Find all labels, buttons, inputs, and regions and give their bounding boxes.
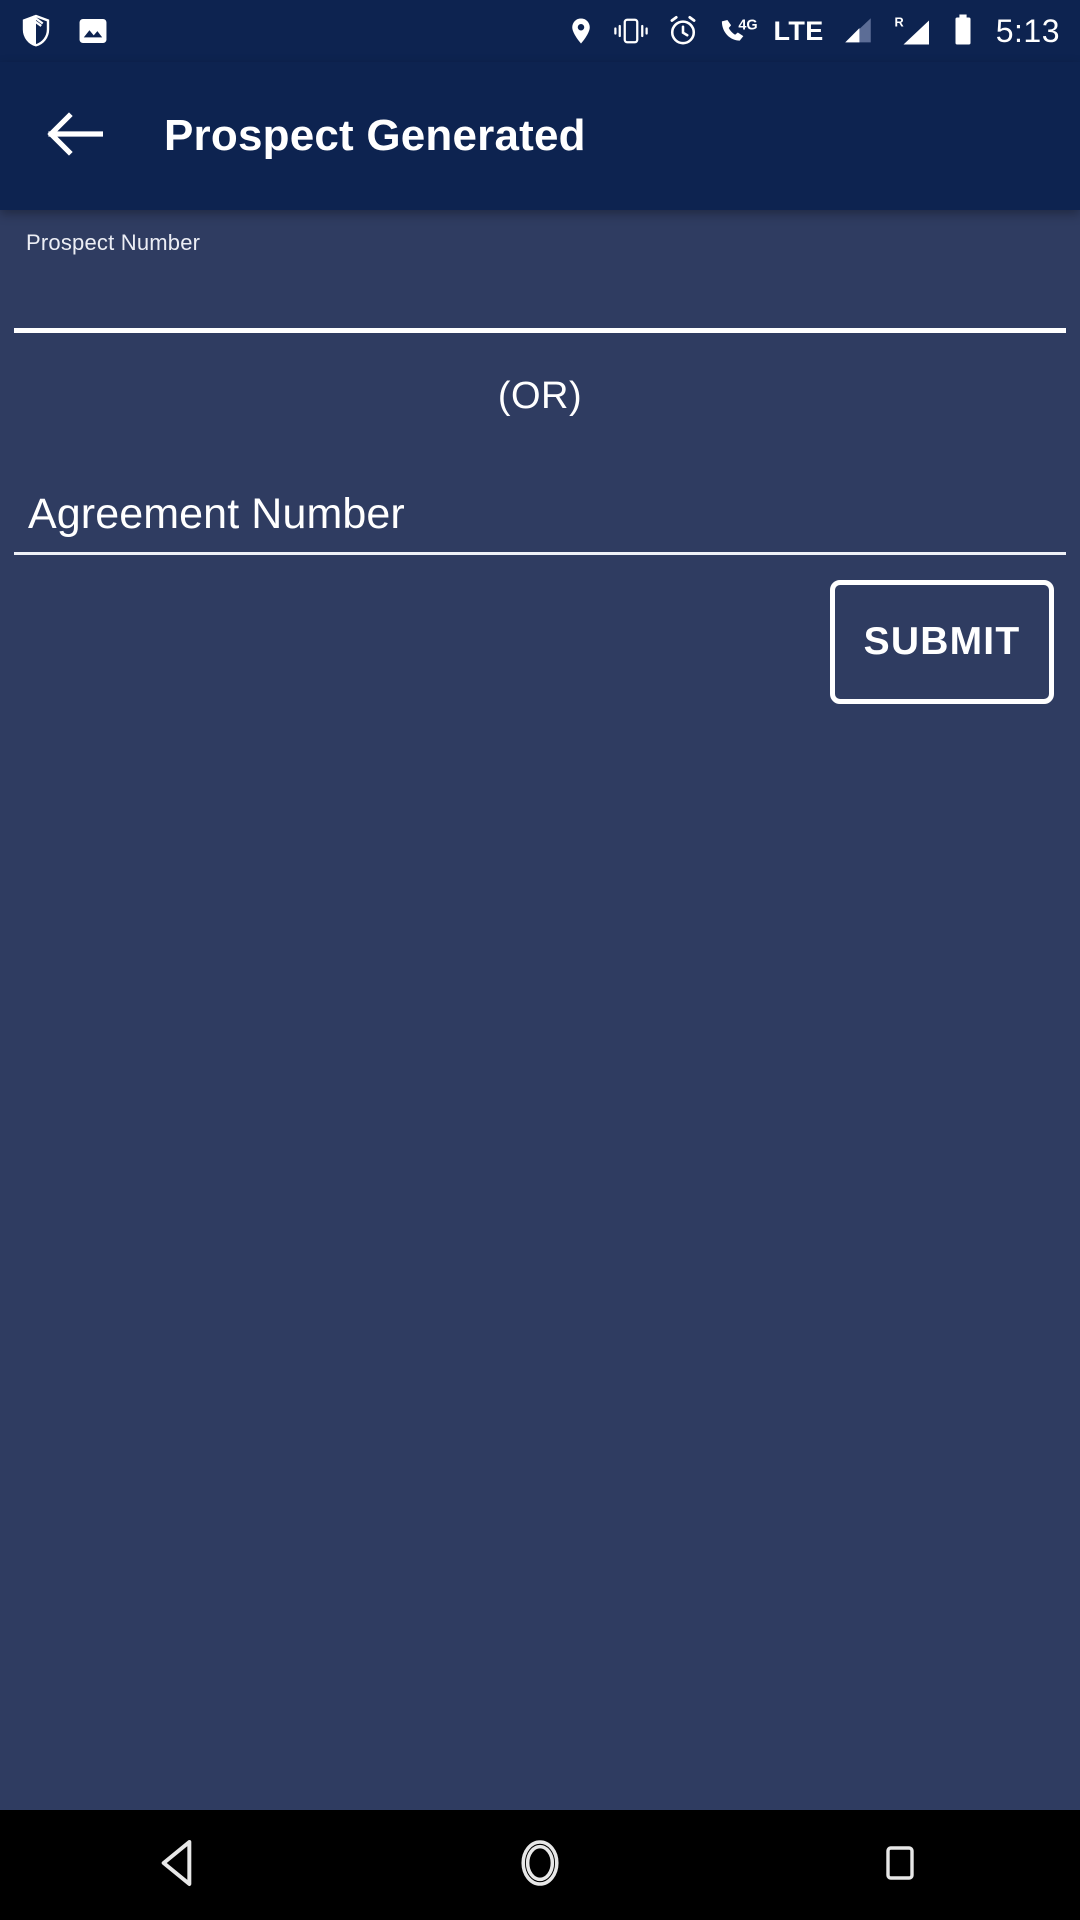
status-bar-right-icons: 4G LTE R 5:13 [566, 13, 1060, 50]
or-separator-label: (OR) [497, 375, 583, 417]
shield-security-icon [18, 13, 54, 49]
vibrate-icon [611, 15, 651, 47]
nav-home-button[interactable] [480, 1810, 600, 1920]
agreement-number-input[interactable]: Agreement Number [28, 476, 1080, 552]
page-title: Prospect Generated [164, 111, 586, 160]
form-content: Prospect Number (OR) Agreement Number SU… [0, 210, 1080, 1810]
svg-text:4G: 4G [738, 18, 757, 34]
back-triangle-icon [152, 1835, 208, 1896]
android-navigation-bar [0, 1810, 1080, 1920]
alarm-clock-icon [666, 14, 700, 48]
nav-recents-button[interactable] [840, 1810, 960, 1920]
prospect-number-label: Prospect Number [26, 230, 201, 255]
location-pin-icon [566, 14, 596, 48]
phone-screen: 4G LTE R 5:13 Prospect Generated Prospec… [0, 0, 1080, 1920]
image-screenshot-icon [76, 14, 110, 48]
nav-back-button[interactable] [120, 1810, 240, 1920]
status-bar: 4G LTE R 5:13 [0, 0, 1080, 62]
battery-icon [951, 13, 975, 49]
recents-square-icon [876, 1839, 924, 1892]
roaming-signal-icon: R [892, 13, 936, 49]
home-circle-icon [512, 1835, 568, 1896]
signal-bars-icon-1 [839, 14, 877, 48]
agreement-number-underline [14, 552, 1066, 555]
status-bar-left-icons [18, 13, 110, 49]
status-bar-clock: 5:13 [995, 12, 1060, 49]
agreement-number-field[interactable]: Agreement Number [0, 476, 1080, 555]
prospect-number-input[interactable] [26, 256, 1066, 328]
arrow-left-icon [47, 111, 104, 161]
svg-text:R: R [894, 15, 903, 30]
submit-button[interactable]: SUBMIT [830, 580, 1054, 704]
phone-4g-icon: 4G [715, 14, 759, 48]
network-type-label: LTE [773, 15, 824, 46]
prospect-number-underline [14, 328, 1066, 333]
submit-button-container: SUBMIT [830, 580, 1054, 704]
prospect-number-field[interactable]: Prospect Number [0, 230, 1080, 333]
app-bar: Prospect Generated [0, 62, 1080, 210]
back-button[interactable] [38, 99, 112, 173]
